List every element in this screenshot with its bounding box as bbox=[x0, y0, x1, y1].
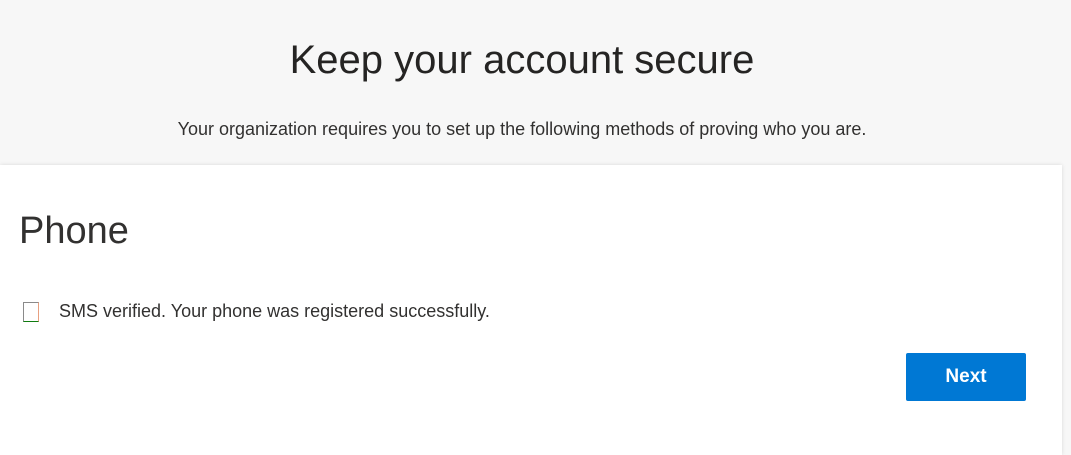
card-title: Phone bbox=[19, 210, 129, 252]
page-title: Keep your account secure bbox=[289, 38, 755, 82]
sms-status: SMS verified. Your phone was registered … bbox=[23, 301, 490, 322]
next-button[interactable]: Next bbox=[906, 353, 1026, 401]
page-subtitle: Your organization requires you to set up… bbox=[177, 119, 867, 139]
status-square-icon bbox=[23, 301, 39, 322]
status-text: SMS verified. Your phone was registered … bbox=[59, 301, 490, 321]
phone-method-card: Phone SMS verified. Your phone was regis… bbox=[0, 165, 1062, 455]
